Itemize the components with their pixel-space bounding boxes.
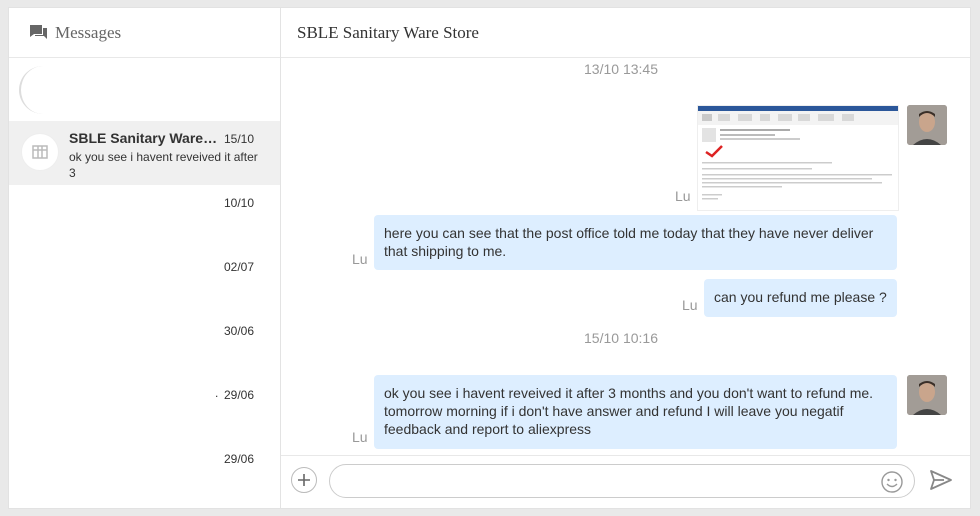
sidebar-header: Messages <box>9 8 280 58</box>
email-screenshot-image <box>698 106 898 200</box>
conversation-date: 30/06 <box>223 324 254 338</box>
messages-icon <box>30 25 47 39</box>
message-bubble: here you can see that the post office to… <box>374 215 897 270</box>
message-bubble: can you refund me please ? <box>704 279 897 317</box>
conversation-date: 15/10 <box>223 132 254 146</box>
conversation-date: 02/07 <box>223 260 254 274</box>
conversation-item[interactable]: . 29/06 <box>9 377 280 441</box>
store-icon <box>32 145 48 159</box>
message-input-container <box>329 464 915 498</box>
conversation-list: SBLE Sanitary Ware Store 15/10 ok you se… <box>9 121 280 505</box>
conversation-item[interactable]: 29/06 <box>9 441 280 505</box>
send-icon[interactable] <box>929 469 953 491</box>
chat-title: SBLE Sanitary Ware Store <box>297 22 479 42</box>
conversation-sidebar: Messages SBLE Sanitary Ware Store 15/10 … <box>9 8 281 508</box>
loading-spinner <box>19 66 45 114</box>
conversation-item[interactable]: SBLE Sanitary Ware Store 15/10 ok you se… <box>9 121 280 185</box>
user-avatar <box>907 105 947 145</box>
user-photo-icon <box>907 375 947 415</box>
conversation-item[interactable]: 30/06 <box>9 313 280 377</box>
chat-panel: SBLE Sanitary Ware Store 13/10 13:45 Lu <box>281 8 970 508</box>
conversation-dot: . <box>215 386 219 400</box>
conversation-item[interactable]: 02/07 <box>9 249 280 313</box>
message-timestamp: 13/10 13:45 <box>584 61 658 77</box>
emoji-icon[interactable] <box>880 470 904 494</box>
plus-icon <box>298 474 310 486</box>
message-sender: Lu <box>675 188 691 204</box>
message-input[interactable] <box>344 472 868 494</box>
message-sender: Lu <box>352 429 368 445</box>
user-photo-icon <box>907 105 947 145</box>
conversation-name: SBLE Sanitary Ware Store <box>69 130 219 146</box>
conversation-date: 29/06 <box>223 452 254 466</box>
message-sender: Lu <box>352 251 368 267</box>
messenger-window: Messages SBLE Sanitary Ware Store 15/10 … <box>8 7 971 509</box>
chat-header: SBLE Sanitary Ware Store <box>281 8 970 58</box>
sidebar-title: Messages <box>55 22 122 42</box>
message-timestamp: 15/10 10:16 <box>584 330 658 346</box>
message-bubble: ok you see i havent reveived it after 3 … <box>374 375 897 449</box>
conversation-date: 29/06 <box>223 388 254 402</box>
add-attachment-button[interactable] <box>291 467 317 493</box>
message-sender: Lu <box>682 297 698 313</box>
user-avatar <box>907 375 947 415</box>
conversation-date: 10/10 <box>223 196 254 210</box>
message-composer <box>281 455 970 508</box>
conversation-item[interactable]: 10/10 <box>9 185 280 249</box>
email-screenshot-image[interactable] <box>697 105 899 211</box>
store-avatar <box>21 133 59 171</box>
conversation-preview: ok you see i havent reveived it after 3 <box>69 150 258 180</box>
